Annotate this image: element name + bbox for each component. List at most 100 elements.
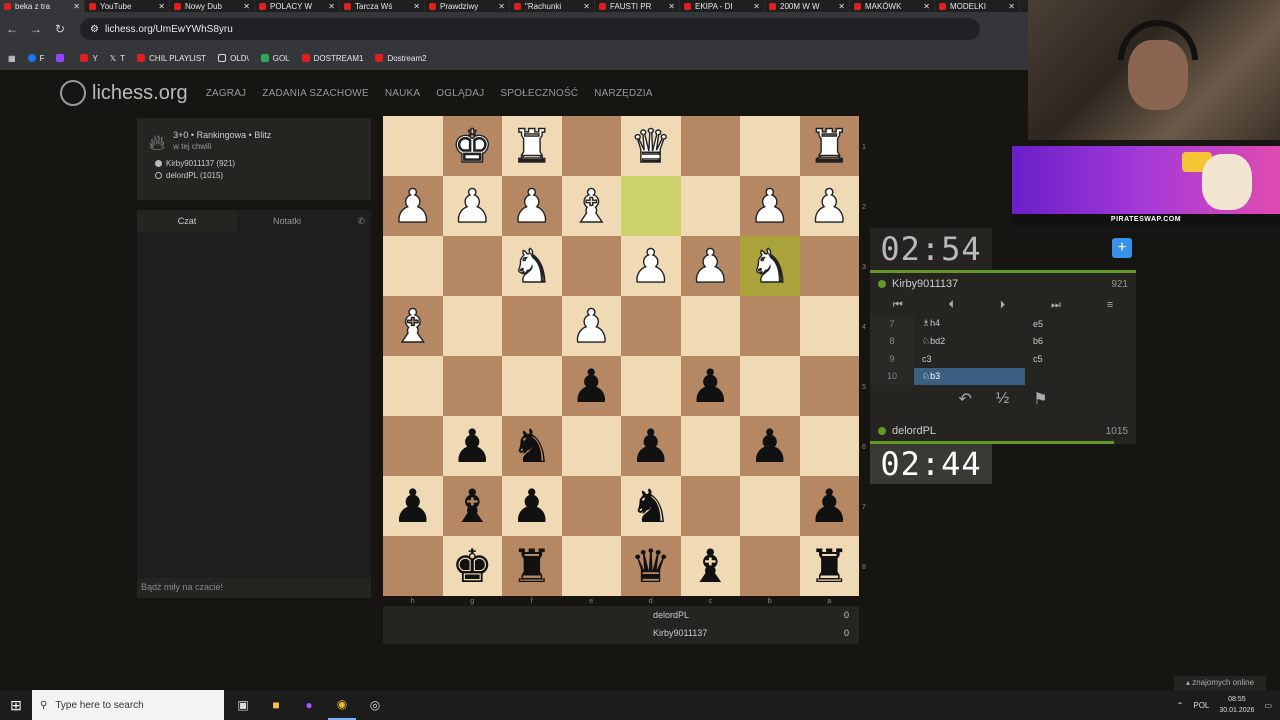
square-e1[interactable] xyxy=(561,116,621,176)
square-d8[interactable]: ♛ xyxy=(621,536,681,596)
square-f2[interactable]: ♟ xyxy=(502,176,562,236)
browser-tab[interactable]: EKIPA - DI ✕ xyxy=(680,0,765,12)
forward-icon[interactable]: → xyxy=(24,22,48,36)
square-g6[interactable]: ♟ xyxy=(442,416,502,476)
square-h7[interactable]: ♟ xyxy=(383,476,443,536)
black-pawn-icon[interactable]: ♟ xyxy=(452,423,493,469)
browser-tab[interactable]: Prawdziwy ✕ xyxy=(425,0,510,12)
next-move-icon[interactable]: ⏵ xyxy=(1000,299,1006,312)
nav-play[interactable]: ZAGRAJ xyxy=(206,88,247,99)
bookmark-item[interactable]: CHIL PLAYLIST xyxy=(137,54,206,63)
square-b2[interactable]: ♟ xyxy=(740,176,800,236)
white-knight-icon[interactable]: ♞ xyxy=(510,242,553,289)
square-d2[interactable] xyxy=(621,176,681,236)
tab-close-icon[interactable]: ✕ xyxy=(1008,2,1015,11)
square-c5[interactable]: ♟ xyxy=(680,356,740,416)
app-icon[interactable]: ◎ xyxy=(361,690,389,720)
square-f1[interactable]: ♜ xyxy=(502,116,562,176)
square-g5[interactable] xyxy=(442,356,502,416)
browser-tab[interactable]: 200M W W ✕ xyxy=(765,0,850,12)
black-pawn-icon[interactable]: ♟ xyxy=(749,423,790,469)
black-move[interactable]: c5 xyxy=(1025,350,1136,368)
black-move[interactable]: b6 xyxy=(1025,333,1136,351)
back-icon[interactable]: ← xyxy=(0,22,24,36)
lichess-logo[interactable]: lichess.org xyxy=(60,80,188,106)
white-pawn-icon[interactable]: ♟ xyxy=(570,302,613,349)
last-move-icon[interactable]: ⏭ xyxy=(1051,299,1061,312)
square-g4[interactable] xyxy=(442,296,502,356)
notification-icon[interactable]: ▭ xyxy=(1264,701,1272,710)
messenger-icon[interactable]: ● xyxy=(295,690,323,720)
bookmark-item[interactable] xyxy=(56,54,68,62)
white-pawn-icon[interactable]: ♟ xyxy=(391,182,434,229)
browser-tab[interactable]: FAUSTI PR ✕ xyxy=(595,0,680,12)
square-e7[interactable] xyxy=(561,476,621,536)
black-knight-icon[interactable]: ♞ xyxy=(630,483,671,529)
bookmark-item[interactable]: 𝕏T xyxy=(110,54,125,64)
add-time-button[interactable]: + xyxy=(1112,238,1132,258)
black-pawn-icon[interactable]: ♟ xyxy=(690,363,731,409)
takeback-icon[interactable]: ↶ xyxy=(958,389,971,409)
tab-close-icon[interactable]: ✕ xyxy=(328,2,335,11)
white-rook-icon[interactable]: ♜ xyxy=(510,122,553,169)
white-queen-icon[interactable]: ♛ xyxy=(629,122,672,169)
taskbar-search[interactable]: ⚲ Type here to search xyxy=(32,690,224,720)
first-move-icon[interactable]: ⏮ xyxy=(893,299,903,312)
black-pawn-icon[interactable]: ♟ xyxy=(511,483,552,529)
bookmark-item[interactable]: GOL xyxy=(260,54,290,63)
white-pawn-icon[interactable]: ♟ xyxy=(629,242,672,289)
square-b1[interactable] xyxy=(740,116,800,176)
tab-close-icon[interactable]: ✕ xyxy=(583,2,590,11)
tab-close-icon[interactable]: ✕ xyxy=(753,2,760,11)
bookmark-item[interactable]: Dostream2 xyxy=(375,54,427,63)
square-c2[interactable] xyxy=(680,176,740,236)
black-queen-icon[interactable]: ♛ xyxy=(630,543,671,589)
white-pawn-icon[interactable]: ♟ xyxy=(808,182,851,229)
black-bishop-icon[interactable]: ♝ xyxy=(690,543,731,589)
prev-move-icon[interactable]: ⏴ xyxy=(949,299,955,312)
square-f8[interactable]: ♜ xyxy=(502,536,562,596)
offer-draw-icon[interactable]: ½ xyxy=(996,390,1009,408)
square-h2[interactable]: ♟ xyxy=(383,176,443,236)
square-a7[interactable]: ♟ xyxy=(799,476,859,536)
system-clock[interactable]: 08:55 30.01.2026 xyxy=(1219,694,1254,716)
white-bishop-icon[interactable]: ♝ xyxy=(391,302,434,349)
language-indicator[interactable]: POL xyxy=(1193,701,1209,710)
square-f6[interactable]: ♞ xyxy=(502,416,562,476)
black-rook-icon[interactable]: ♜ xyxy=(809,543,850,589)
bookmark-item[interactable]: OLD\ xyxy=(218,54,249,63)
nav-community[interactable]: SPOŁECZNOŚĆ xyxy=(500,88,578,99)
browser-tab[interactable]: MAKÓWK ✕ xyxy=(850,0,935,12)
white-move[interactable]: ♗h4 xyxy=(914,315,1025,333)
white-rook-icon[interactable]: ♜ xyxy=(808,122,851,169)
square-h5[interactable] xyxy=(383,356,443,416)
square-a5[interactable] xyxy=(799,356,859,416)
square-d7[interactable]: ♞ xyxy=(621,476,681,536)
square-e3[interactable] xyxy=(561,236,621,296)
tab-close-icon[interactable]: ✕ xyxy=(243,2,250,11)
tab-chat[interactable]: Czat xyxy=(137,210,237,232)
square-b8[interactable] xyxy=(740,536,800,596)
square-e4[interactable]: ♟ xyxy=(561,296,621,356)
browser-tab[interactable]: Tarcza Wś ✕ xyxy=(340,0,425,12)
browser-tab[interactable]: Nowy Dub ✕ xyxy=(170,0,255,12)
square-d6[interactable]: ♟ xyxy=(621,416,681,476)
square-g7[interactable]: ♝ xyxy=(442,476,502,536)
nav-puzzles[interactable]: ZADANIA SZACHOWE xyxy=(262,88,369,99)
square-h3[interactable] xyxy=(383,236,443,296)
square-d3[interactable]: ♟ xyxy=(621,236,681,296)
square-b7[interactable] xyxy=(740,476,800,536)
tray-chevron-icon[interactable]: ⌃ xyxy=(1177,701,1184,710)
square-h6[interactable] xyxy=(383,416,443,476)
square-c7[interactable] xyxy=(680,476,740,536)
tab-close-icon[interactable]: ✕ xyxy=(73,2,80,11)
nav-tools[interactable]: NARZĘDZIA xyxy=(594,88,652,99)
square-a1[interactable]: ♜ xyxy=(799,116,859,176)
white-move[interactable]: c3 xyxy=(914,350,1025,368)
square-f5[interactable] xyxy=(502,356,562,416)
square-b3[interactable]: ♞ xyxy=(740,236,800,296)
windows-start-icon[interactable]: ⊞ xyxy=(0,697,32,714)
square-g1[interactable]: ♚ xyxy=(442,116,502,176)
black-pawn-icon[interactable]: ♟ xyxy=(392,483,433,529)
white-player-entry[interactable]: Kirby9011137 (921) xyxy=(149,159,359,168)
